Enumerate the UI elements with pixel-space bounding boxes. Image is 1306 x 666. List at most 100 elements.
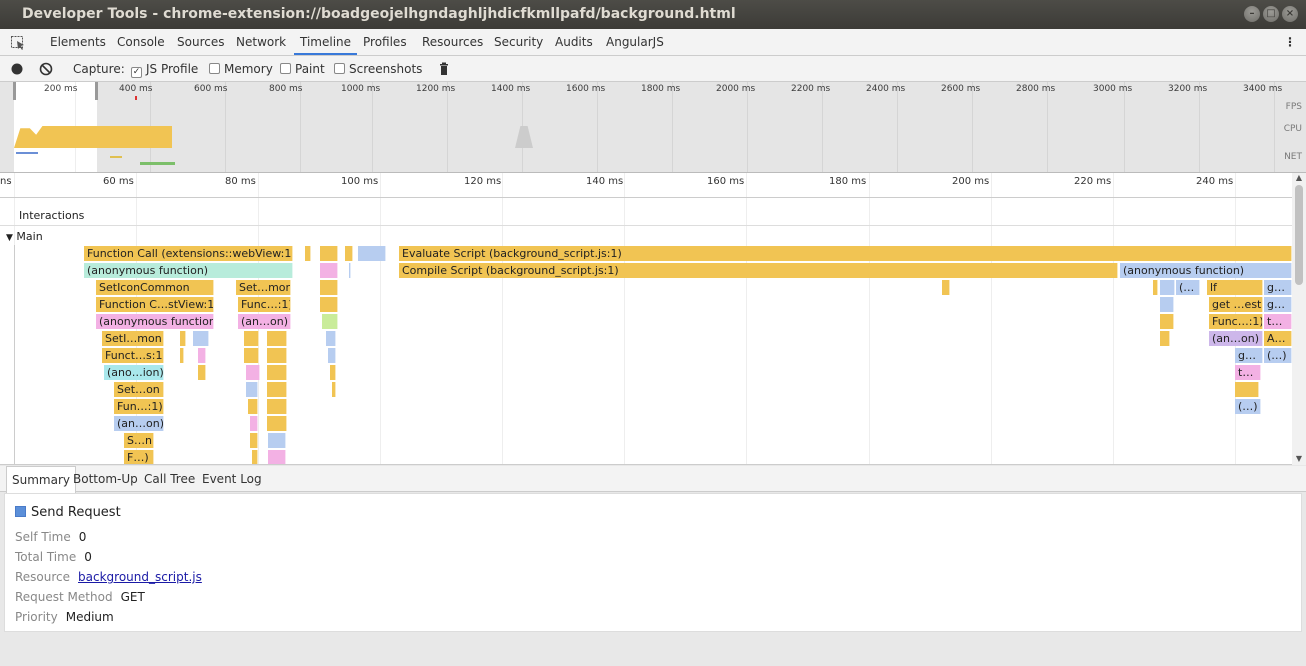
flame-event-bar[interactable] (244, 348, 259, 363)
main-track-header[interactable]: ▼ Main (6, 230, 43, 243)
flame-event-bar[interactable] (268, 433, 286, 448)
flame-event-bar[interactable]: Set…mon (236, 280, 291, 295)
flame-event-bar[interactable] (268, 450, 286, 464)
flame-event-bar[interactable] (332, 382, 336, 397)
flame-event-bar[interactable] (267, 365, 287, 380)
memory-checkbox[interactable]: Memory (209, 56, 273, 82)
flame-event-bar[interactable]: Set…on (114, 382, 164, 397)
timeline-overview[interactable]: 200 ms 400 ms 600 ms 800 ms 1000 ms 1200 ms 14… (0, 82, 1306, 173)
flame-event-bar[interactable] (246, 365, 260, 380)
flame-event-bar[interactable]: (an…on) (1209, 331, 1263, 346)
flame-event-bar[interactable] (305, 246, 311, 261)
flame-event-bar[interactable]: t… (1235, 365, 1261, 380)
flame-event-bar[interactable] (180, 331, 186, 346)
tab-profiles[interactable]: Profiles (363, 29, 407, 55)
flame-event-bar[interactable]: A… (1264, 331, 1292, 346)
tab-call-tree[interactable]: Call Tree (144, 466, 195, 492)
tab-console[interactable]: Console (117, 29, 165, 55)
flame-event-bar[interactable] (349, 263, 351, 278)
flame-event-bar[interactable] (322, 314, 338, 329)
flame-event-bar[interactable] (246, 382, 258, 397)
resource-link[interactable]: background_script.js (78, 570, 202, 584)
js-profile-checkbox[interactable]: ✓ JS Profile (131, 56, 198, 82)
record-icon[interactable] (10, 56, 24, 82)
flame-event-bar[interactable]: SetI…mon (102, 331, 164, 346)
flame-event-bar[interactable] (244, 331, 259, 346)
flame-event-bar[interactable] (330, 365, 336, 380)
flame-event-bar[interactable]: Func…:1) (1209, 314, 1263, 329)
flame-event-bar[interactable]: (ano…ion) (104, 365, 164, 380)
flame-event-bar[interactable] (248, 399, 258, 414)
minimize-icon[interactable]: – (1244, 6, 1260, 22)
flame-chart[interactable]: ns 60 ms 80 ms 100 ms 120 ms 140 ms 160 ms 180 … (0, 173, 1292, 465)
scroll-up-icon[interactable]: ▲ (1292, 173, 1306, 182)
flame-event-bar[interactable] (320, 246, 338, 261)
tab-resources[interactable]: Resources (422, 29, 483, 55)
tab-sources[interactable]: Sources (177, 29, 224, 55)
flame-event-bar[interactable] (267, 399, 287, 414)
flame-event-bar[interactable]: (…) (1264, 348, 1292, 363)
flame-event-bar[interactable]: (anonymous function) (1120, 263, 1292, 278)
flame-event-bar[interactable] (198, 365, 206, 380)
flame-event-bar[interactable] (320, 263, 338, 278)
flame-event-bar[interactable] (193, 331, 209, 346)
flame-event-bar[interactable] (180, 348, 184, 363)
flame-event-bar[interactable] (345, 246, 353, 261)
flame-event-bar[interactable] (1153, 280, 1158, 295)
close-icon[interactable]: × (1282, 6, 1298, 22)
tab-event-log[interactable]: Event Log (202, 466, 262, 492)
flame-event-bar[interactable]: Function C…stView:1) (96, 297, 214, 312)
flame-event-bar[interactable]: Funct…s:1) (102, 348, 164, 363)
flame-event-bar[interactable]: Evaluate Script (background_script.js:1) (399, 246, 1292, 261)
tab-network[interactable]: Network (236, 29, 286, 55)
flame-event-bar[interactable] (1235, 382, 1259, 397)
flame-event-bar[interactable]: SetIconCommon (96, 280, 214, 295)
tab-summary[interactable]: Summary (6, 466, 76, 493)
flame-event-bar[interactable]: Fun…:1) (114, 399, 164, 414)
flame-event-bar[interactable] (250, 433, 258, 448)
flame-event-bar[interactable]: S…n (124, 433, 154, 448)
flame-event-bar[interactable]: g… (1264, 280, 1292, 295)
tab-elements[interactable]: Elements (50, 29, 106, 55)
tab-timeline[interactable]: Timeline (294, 29, 358, 55)
flame-event-bar[interactable]: Compile Script (background_script.js:1) (399, 263, 1118, 278)
flame-event-bar[interactable] (328, 348, 336, 363)
flame-scrollbar[interactable]: ▲ ▼ (1292, 173, 1306, 465)
inspect-element-icon[interactable] (10, 29, 26, 55)
tab-bottom-up[interactable]: Bottom-Up (73, 466, 138, 492)
flame-event-bar[interactable]: F…) (124, 450, 154, 464)
flame-event-bar[interactable] (267, 348, 287, 363)
flame-event-bar[interactable]: get …est (1209, 297, 1263, 312)
flame-event-bar[interactable]: g… (1235, 348, 1263, 363)
tab-angularjs[interactable]: AngularJS (606, 29, 664, 55)
flame-event-bar[interactable] (326, 331, 336, 346)
flame-event-bar[interactable]: Function Call (extensions::webView:1) (84, 246, 293, 261)
paint-checkbox[interactable]: Paint (280, 56, 325, 82)
flame-event-bar[interactable] (267, 416, 287, 431)
flame-event-bar[interactable]: t… (1264, 314, 1292, 329)
more-options-icon[interactable]: ⋮ (1284, 29, 1296, 55)
flame-event-bar[interactable]: (… (1176, 280, 1200, 295)
garbage-collect-icon[interactable] (437, 56, 451, 82)
flame-event-bar[interactable] (358, 246, 386, 261)
flame-event-bar[interactable]: lf (1207, 280, 1263, 295)
flame-event-bar[interactable]: g… (1264, 297, 1292, 312)
screenshots-checkbox[interactable]: Screenshots (334, 56, 422, 82)
flame-event-bar[interactable] (1160, 297, 1174, 312)
flame-event-bar[interactable]: (an…on) (114, 416, 164, 431)
window-left-handle[interactable] (13, 82, 16, 100)
window-right-handle[interactable] (95, 82, 98, 100)
flame-event-bar[interactable] (252, 450, 258, 464)
flame-event-bar[interactable] (198, 348, 206, 363)
flame-event-bar[interactable] (267, 331, 287, 346)
flame-event-bar[interactable] (320, 297, 338, 312)
flame-event-bar[interactable]: (anonymous function) (96, 314, 214, 329)
maximize-icon[interactable]: □ (1263, 6, 1279, 22)
flame-event-bar[interactable] (1160, 314, 1174, 329)
flame-event-bar[interactable] (1160, 280, 1175, 295)
flame-event-bar[interactable]: Func…:1) (238, 297, 291, 312)
flame-event-bar[interactable]: (…) (1235, 399, 1261, 414)
scrollbar-thumb[interactable] (1295, 185, 1303, 285)
flame-event-bar[interactable] (1160, 331, 1170, 346)
flame-event-bar[interactable] (250, 416, 258, 431)
